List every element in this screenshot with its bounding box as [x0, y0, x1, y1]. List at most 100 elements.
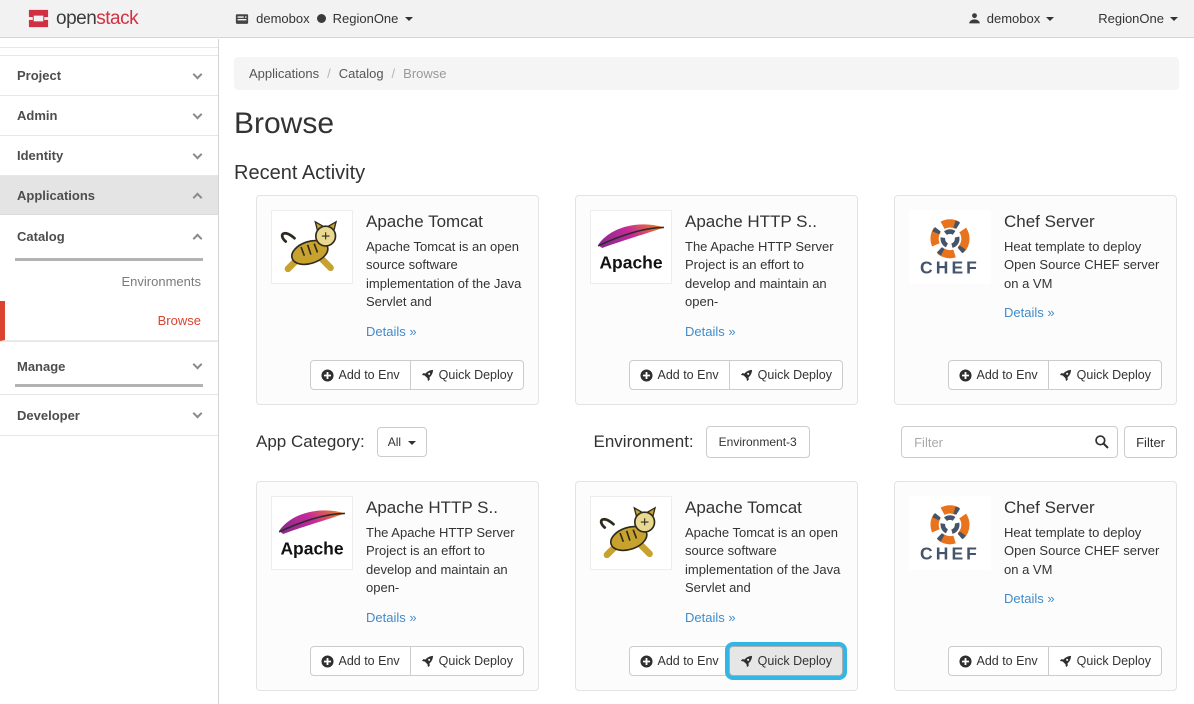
add-to-env-button[interactable]: Add to Env [629, 360, 730, 390]
sidebar-item-developer[interactable]: Developer [0, 395, 218, 435]
details-link[interactable]: Details » [685, 324, 736, 339]
app-card-apache-tomcat: Apache Tomcat Apache Tomcat is an open s… [575, 481, 858, 691]
chevron-down-icon [193, 409, 203, 419]
chevron-down-icon [193, 149, 203, 159]
add-to-env-button[interactable]: Add to Env [310, 646, 411, 676]
add-to-env-label: Add to Env [977, 654, 1038, 668]
add-to-env-button[interactable]: Add to Env [948, 646, 1049, 676]
sidebar-gap [0, 387, 218, 395]
apache-tomcat-logo [590, 496, 672, 570]
chevron-down-icon [193, 109, 203, 119]
add-to-env-button[interactable]: Add to Env [948, 360, 1049, 390]
breadcrumb-separator: / [384, 66, 404, 81]
main-content: Applications / Catalog / Browse Browse R… [219, 39, 1194, 704]
app-description: The Apache HTTP Server Project is an eff… [366, 524, 524, 598]
filter-input[interactable] [901, 426, 1118, 458]
app-description: The Apache HTTP Server Project is an eff… [685, 238, 843, 312]
app-card-apache-tomcat: Apache Tomcat Apache Tomcat is an open s… [256, 195, 539, 405]
caret-down-icon [405, 17, 413, 21]
breadcrumb-browse: Browse [403, 66, 446, 81]
quick-deploy-label: Quick Deploy [1077, 654, 1151, 668]
quick-deploy-label: Quick Deploy [439, 368, 513, 382]
apache-http-logo: Apache [271, 496, 353, 570]
region-name: RegionOne [1098, 11, 1164, 26]
add-to-env-label: Add to Env [339, 368, 400, 382]
user-name: demobox [987, 11, 1040, 26]
plus-circle-icon [959, 655, 972, 668]
apache-tomcat-logo [271, 210, 353, 284]
sidebar-gap [0, 48, 218, 55]
svg-text:CHEF: CHEF [920, 544, 980, 564]
svg-text:Apache: Apache [599, 253, 662, 273]
sidebar-item-label: Applications [17, 188, 95, 203]
user-menu[interactable]: demobox [968, 11, 1054, 26]
filter-button[interactable]: Filter [1124, 426, 1177, 458]
app-description: Apache Tomcat is an open source software… [685, 524, 843, 598]
sidebar-item-label: Environments [122, 274, 201, 289]
sidebar-gap [0, 341, 218, 348]
app-category-label: App Category: [256, 432, 365, 452]
app-card-apache-http: Apache Apache HTTP S.. The Apache HTTP S… [575, 195, 858, 405]
sidebar-spacer [0, 39, 218, 48]
sidebar-item-manage[interactable]: Manage [0, 348, 218, 384]
sidebar-item-identity[interactable]: Identity [0, 135, 218, 175]
project-region-switcher[interactable]: demobox RegionOne [235, 11, 413, 26]
rocket-icon [740, 655, 753, 668]
card-actions: Add to Env Quick Deploy [310, 646, 525, 676]
breadcrumb-applications[interactable]: Applications [249, 66, 319, 81]
app-title: Chef Server [1004, 498, 1162, 518]
quick-deploy-button[interactable]: Quick Deploy [729, 360, 843, 390]
breadcrumb-catalog[interactable]: Catalog [339, 66, 384, 81]
quick-deploy-button-highlighted[interactable]: Quick Deploy [729, 646, 843, 676]
app-description: Heat template to deploy Open Source CHEF… [1004, 238, 1162, 293]
card-actions: Add to Env Quick Deploy [310, 360, 525, 390]
details-link[interactable]: Details » [685, 610, 736, 625]
sidebar: Project Admin Identity Applications Cata… [0, 39, 219, 704]
sidebar-item-label: Browse [158, 313, 201, 328]
rocket-icon [1059, 655, 1072, 668]
quick-deploy-button[interactable]: Quick Deploy [1048, 360, 1162, 390]
user-icon [968, 12, 981, 25]
add-to-env-label: Add to Env [339, 654, 400, 668]
quick-deploy-button[interactable]: Quick Deploy [410, 646, 524, 676]
region-menu[interactable]: RegionOne [1098, 11, 1178, 26]
quick-deploy-label: Quick Deploy [1077, 368, 1151, 382]
recent-activity-heading: Recent Activity [234, 160, 1179, 186]
add-to-env-button[interactable]: Add to Env [629, 646, 730, 676]
sidebar-item-admin[interactable]: Admin [0, 95, 218, 135]
openstack-wordmark: openstack [56, 8, 138, 30]
environment-value: Environment-3 [719, 435, 797, 449]
chevron-down-icon [193, 360, 203, 370]
recent-activity-cards: Apache Tomcat Apache Tomcat is an open s… [256, 195, 1177, 405]
sidebar-item-catalog[interactable]: Catalog [0, 215, 218, 258]
app-description: Apache Tomcat is an open source software… [366, 238, 524, 312]
sidebar-item-project[interactable]: Project [0, 55, 218, 95]
plus-circle-icon [640, 369, 653, 382]
details-link[interactable]: Details » [366, 324, 417, 339]
app-title: Apache Tomcat [366, 212, 524, 232]
sidebar-item-environments[interactable]: Environments [0, 261, 218, 301]
add-to-env-button[interactable]: Add to Env [310, 360, 411, 390]
openstack-logo: openstack [0, 7, 138, 30]
app-card-apache-http: Apache Apache HTTP S.. The Apache HTTP S… [256, 481, 539, 691]
add-to-env-label: Add to Env [658, 654, 719, 668]
environment-button[interactable]: Environment-3 [706, 426, 810, 458]
caret-down-icon [1046, 17, 1054, 21]
quick-deploy-button[interactable]: Quick Deploy [1048, 646, 1162, 676]
caret-down-icon [408, 441, 416, 445]
card-actions: Add to Env Quick Deploy [948, 360, 1163, 390]
rocket-icon [740, 369, 753, 382]
quick-deploy-button[interactable]: Quick Deploy [410, 360, 524, 390]
quick-deploy-label: Quick Deploy [758, 654, 832, 668]
app-category-value: All [388, 435, 401, 449]
sidebar-item-label: Catalog [17, 229, 65, 244]
details-link[interactable]: Details » [1004, 305, 1055, 320]
sidebar-item-browse[interactable]: Browse [0, 301, 218, 341]
svg-text:CHEF: CHEF [920, 258, 980, 278]
details-link[interactable]: Details » [1004, 591, 1055, 606]
app-category-dropdown[interactable]: All [377, 427, 427, 457]
details-link[interactable]: Details » [366, 610, 417, 625]
chevron-up-icon [193, 234, 203, 244]
sidebar-item-label: Developer [17, 408, 80, 423]
sidebar-item-applications[interactable]: Applications [0, 175, 218, 215]
